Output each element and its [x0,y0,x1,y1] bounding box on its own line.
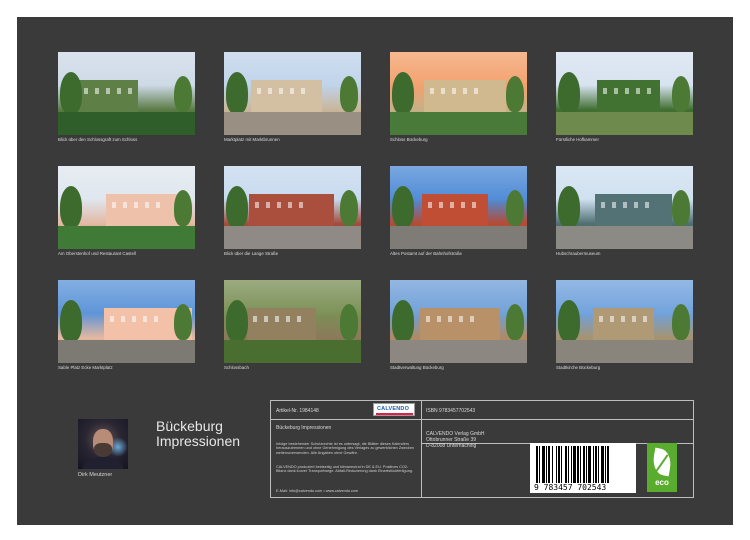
info-subtitle: Bückeburg Impressionen [276,425,332,431]
photo-caption: Blick über die Lange Straße [224,251,279,256]
calendar-photo [390,280,527,363]
photo-caption: Hubschraubermuseum [556,251,601,256]
article-number: Artikel-Nr. 1984148 [276,408,319,414]
spiral-hole [732,25,740,33]
calendar-title-text: Bückeburg Impressionen [156,418,241,449]
calendar-photo [556,166,693,249]
author-portrait [78,419,128,469]
isbn: ISBN 9783457702543 [426,408,476,414]
photo-caption: Marktplatz mit Marktbrunnen [224,137,280,142]
calendar-photo [58,166,195,249]
calendar-photo [390,52,527,135]
calendar-photo [390,166,527,249]
barcode-bars [536,446,632,483]
calendar-photo [556,280,693,363]
photo-caption: Stadtkirche Bückeburg [556,365,601,370]
photo-caption: Am Oberstenhof und Restaurant Castell [58,251,136,256]
ean-barcode: 9 783457 702543 [530,443,636,493]
calendar-photo [224,280,361,363]
photo-caption: Stadtverwaltung Bückeburg [390,365,444,370]
photo-caption: Blick über den Schlossgraft zum Schloss [58,137,138,142]
photo-caption: Schloss Bückeburg [390,137,428,142]
production-text: CALVENDO produziert beidseitig und klima… [276,465,413,474]
eco-badge: eco [647,443,677,492]
legal-text: Infolge bestehender Schutzrechte ist es … [276,442,415,455]
photo-caption: Fürstliche Hofkammer [556,137,599,142]
barcode-number: 9 783457 702543 [534,483,607,492]
calvendo-logo: CALVENDO [373,403,415,416]
contact-line: E-Mail: info@calvendo.com • www.calvendo… [276,489,359,493]
calendar-photo [224,52,361,135]
calendar-photo [224,166,361,249]
photo-caption: Altes Postamt auf der Bahnhofstraße [390,251,462,256]
calendar-photo [58,52,195,135]
calendar-photo [58,280,195,363]
photo-caption: Schlossbach [224,365,249,370]
publisher-city: D-82008 Unterhaching [426,443,477,449]
photo-caption: Sable Platz Ecke Marktplatz [58,365,113,370]
calendar-photo [556,52,693,135]
author-name: Dirk Meutzner [78,472,113,478]
calendar-title: Bückeburg Impressionen [156,419,266,449]
